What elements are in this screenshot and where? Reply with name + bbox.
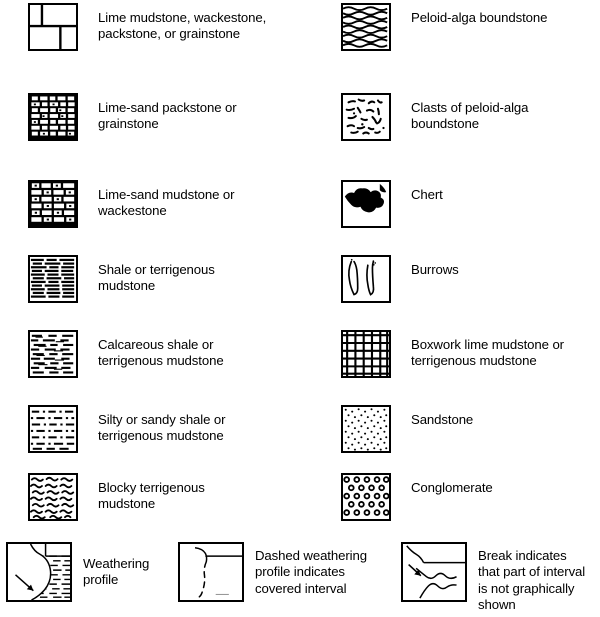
- lithology-legend: Lime mudstone, wackestone, packstone, or…: [0, 0, 600, 617]
- pattern-swatch-silty-sandy-shale: [28, 405, 78, 453]
- lime-sand-packstone-dense-brick-dots-icon: [30, 95, 76, 139]
- pattern-swatch-weathering-profile: [6, 542, 72, 602]
- legend-label: Lime-sand mudstone or wackestone: [98, 187, 235, 219]
- calcareous-shale-dashes-lines-icon: [30, 332, 76, 376]
- conglomerate-circles-icon: [343, 475, 389, 519]
- pattern-swatch-sandstone: [341, 405, 391, 453]
- legend-entry-boxwork: Boxwork lime mudstone or terrigenous mud…: [341, 330, 600, 378]
- legend-entry-calcareous-shale: Calcareous shale or terrigenous mudstone: [28, 330, 288, 378]
- silty-sandy-shale-dot-dash-icon: [30, 407, 76, 451]
- pattern-swatch-lime-mudstone: [28, 3, 78, 51]
- legend-entry-burrows: Burrows: [341, 255, 600, 303]
- pattern-swatch-boxwork: [341, 330, 391, 378]
- legend-label: Chert: [411, 187, 443, 202]
- chert-solid-blob-icon: [343, 182, 389, 226]
- legend-entry-peloid-alga-boundstone: Peloid-alga boundstone: [341, 3, 600, 51]
- legend-entry-lime-sand-packstone: Lime-sand packstone or grainstone: [28, 93, 288, 141]
- legend-label: Burrows: [411, 262, 459, 277]
- clasts-of-peloid-alga-flecks-icon: [343, 95, 389, 139]
- pattern-swatch-conglomerate: [341, 473, 391, 521]
- pattern-swatch-chert: [341, 180, 391, 228]
- legend-label: Sandstone: [411, 412, 474, 427]
- boxwork-grid-icon: [343, 332, 389, 376]
- pattern-swatch-blocky-terrigenous: [28, 473, 78, 521]
- note-label: Dashed weathering profile indicates cove…: [255, 548, 367, 596]
- pattern-swatch-lime-sand-mudstone: [28, 180, 78, 228]
- legend-label: Lime mudstone, wackestone, packstone, or…: [98, 10, 267, 42]
- note-label: Break indicates that part of interval is…: [478, 548, 586, 613]
- legend-entry-shale: Shale or terrigenous mudstone: [28, 255, 288, 303]
- legend-label: Peloid-alga boundstone: [411, 10, 548, 25]
- note-entry-break-indicates: Break indicates that part of interval is…: [401, 542, 600, 614]
- legend-entry-lime-sand-mudstone: Lime-sand mudstone or wackestone: [28, 180, 288, 228]
- lime-sand-mudstone-brick-dots-icon: [30, 182, 76, 226]
- blocky-terrigenous-squiggles-icon: [30, 475, 76, 519]
- peloid-alga-wavy-lines-icon: [343, 5, 389, 49]
- legend-entry-lime-mudstone: Lime mudstone, wackestone, packstone, or…: [28, 3, 288, 51]
- pattern-swatch-break-indicates: [401, 542, 467, 602]
- legend-label: Boxwork lime mudstone or terrigenous mud…: [411, 337, 564, 369]
- legend-entry-chert: Chert: [341, 180, 600, 228]
- legend-label: Conglomerate: [411, 480, 493, 495]
- note-entry-weathering-profile: Weathering profile: [6, 542, 173, 602]
- lime-mudstone-brick-blocks-icon: [30, 5, 76, 49]
- burrows-tubes-icon: [343, 257, 389, 301]
- pattern-swatch-calcareous-shale: [28, 330, 78, 378]
- legend-label: Lime-sand packstone or grainstone: [98, 100, 237, 132]
- legend-entry-blocky-terrigenous: Blocky terrigenous mudstone: [28, 473, 288, 521]
- legend-entry-conglomerate: Conglomerate: [341, 473, 600, 521]
- legend-label: Silty or sandy shale or terrigenous muds…: [98, 412, 226, 444]
- break-in-section-with-arrow-icon: [403, 544, 465, 600]
- note-entry-dashed-weathering-profile: Dashed weathering profile indicates cove…: [178, 542, 395, 602]
- pattern-swatch-peloid-alga-boundstone: [341, 3, 391, 51]
- pattern-swatch-clasts-peloid-alga: [341, 93, 391, 141]
- legend-label: Shale or terrigenous mudstone: [98, 262, 215, 294]
- dashed-weathering-profile-icon: [180, 544, 242, 600]
- pattern-swatch-lime-sand-packstone: [28, 93, 78, 141]
- shale-dense-dashes-icon: [30, 257, 76, 301]
- legend-label: Clasts of peloid-alga boundstone: [411, 100, 529, 132]
- legend-entry-sandstone: Sandstone: [341, 405, 600, 453]
- legend-label: Calcareous shale or terrigenous mudstone: [98, 337, 224, 369]
- legend-label: Blocky terrigenous mudstone: [98, 480, 205, 512]
- pattern-swatch-dashed-weathering-profile: [178, 542, 244, 602]
- note-label: Weathering profile: [83, 556, 150, 588]
- legend-entry-silty-sandy-shale: Silty or sandy shale or terrigenous muds…: [28, 405, 288, 453]
- pattern-swatch-burrows: [341, 255, 391, 303]
- sandstone-stipple-icon: [343, 407, 389, 451]
- weathering-profile-solid-with-arrow-icon: [8, 544, 70, 600]
- legend-entry-clasts-peloid-alga: Clasts of peloid-alga boundstone: [341, 93, 600, 141]
- pattern-swatch-shale: [28, 255, 78, 303]
